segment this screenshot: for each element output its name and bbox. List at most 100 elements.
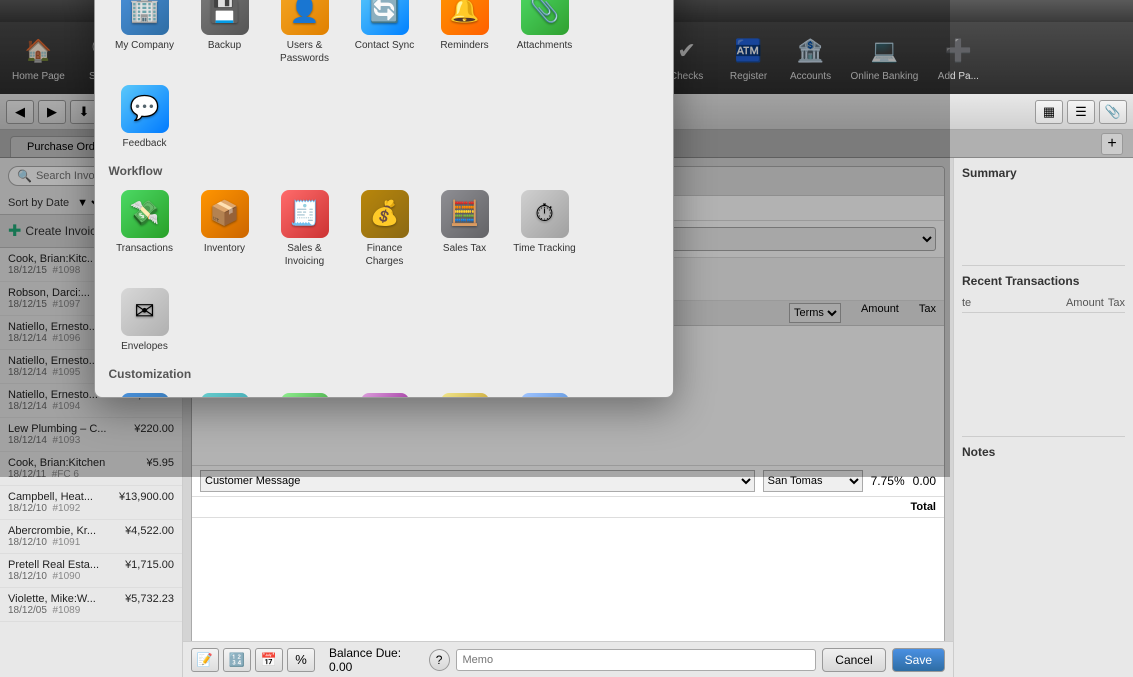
recent-transactions-title: Recent Transactions bbox=[962, 274, 1125, 288]
inv-name: Campbell, Heat... bbox=[8, 491, 118, 503]
pref-icon-reporting: 📊 bbox=[121, 393, 169, 397]
pref-item-inventory[interactable]: 📦 Inventory bbox=[189, 184, 261, 274]
preferences-modal-overlay: Preferences ◀ ▶ Show All 🔍 General 🏢 My … bbox=[0, 0, 950, 477]
notes-title: Notes bbox=[962, 445, 1125, 459]
pref-item-feedback[interactable]: 💬 Feedback bbox=[109, 79, 181, 156]
memo-input[interactable] bbox=[456, 649, 817, 671]
pref-item-1099s[interactable]: 📋 1099s bbox=[429, 387, 501, 397]
invoice-list-item[interactable]: Abercrombie, Kr... 18/12/10 #1091 ¥4,522… bbox=[0, 520, 182, 554]
pref-section-workflow: Workflow 💸 Transactions 📦 Inventory 🧾 Sa… bbox=[109, 164, 659, 359]
pref-item-reminders[interactable]: 🔔 Reminders bbox=[429, 0, 501, 71]
inv-amount: ¥5,732.23 bbox=[125, 593, 174, 616]
paperclip-button[interactable]: 📎 bbox=[1099, 100, 1127, 124]
inv-num: #1089 bbox=[52, 605, 80, 616]
spell-check-button[interactable]: 📝 bbox=[191, 648, 219, 672]
pref-icon-envelopes: ✉ bbox=[121, 288, 169, 336]
list-view-button[interactable]: ☰ bbox=[1067, 100, 1095, 124]
inv-amount: ¥13,900.00 bbox=[119, 491, 174, 514]
balance-due-label: Balance Due: 0.00 bbox=[329, 646, 423, 674]
pref-item-reporting[interactable]: 📊 Reporting bbox=[109, 387, 181, 397]
pref-item-checks[interactable]: ✔ Checks bbox=[269, 387, 341, 397]
pref-item-contact-sync[interactable]: 🔄 Contact Sync bbox=[349, 0, 421, 71]
pref-label-time-tracking: Time Tracking bbox=[513, 242, 575, 255]
col-te: te bbox=[962, 297, 1062, 309]
pref-section-general: General 🏢 My Company 💾 Backup 👤 Users & … bbox=[109, 0, 659, 156]
inv-amount: ¥1,715.00 bbox=[125, 559, 174, 582]
inv-name: Abercrombie, Kr... bbox=[8, 525, 124, 537]
pref-item-finance-charges[interactable]: 💰 Finance Charges bbox=[349, 184, 421, 274]
pref-item-jobs[interactable]: 💼 Jobs bbox=[349, 387, 421, 397]
pref-icon-jobs: 💼 bbox=[361, 393, 409, 397]
inv-date: 18/12/05 #1089 bbox=[8, 605, 124, 616]
pref-item-sales-invoicing[interactable]: 🧾 Sales & Invoicing bbox=[269, 184, 341, 274]
pref-label-attachments: Attachments bbox=[517, 39, 573, 52]
pref-label-inventory: Inventory bbox=[204, 242, 245, 255]
pref-item-transactions[interactable]: 💸 Transactions bbox=[109, 184, 181, 274]
inv-name: Violette, Mike:W... bbox=[8, 593, 124, 605]
inv-date: 18/12/10 #1090 bbox=[8, 571, 124, 582]
col-tax: Tax bbox=[1108, 297, 1125, 309]
pref-icon-reminders: 🔔 bbox=[441, 0, 489, 35]
pref-label-reminders: Reminders bbox=[440, 39, 488, 52]
percent-button[interactable]: % bbox=[287, 648, 315, 672]
modal-body: General 🏢 My Company 💾 Backup 👤 Users & … bbox=[95, 0, 673, 397]
pref-item-data-entry[interactable]: 📝 Data Entry bbox=[189, 387, 261, 397]
pref-icon-backup: 💾 bbox=[201, 0, 249, 35]
pref-item-backup[interactable]: 💾 Backup bbox=[189, 0, 261, 71]
save-button[interactable]: Save bbox=[892, 648, 945, 672]
pref-label-envelopes: Envelopes bbox=[121, 340, 168, 353]
pref-icon-sounds: 🔊 bbox=[521, 393, 569, 397]
pref-section-grid: 🏢 My Company 💾 Backup 👤 Users & Password… bbox=[109, 0, 659, 156]
pref-label-my-company: My Company bbox=[115, 39, 174, 52]
pref-item-time-tracking[interactable]: ⏱ Time Tracking bbox=[509, 184, 581, 274]
main-content: 🔍 Sort by Date ▼ ✚ Create Invoice... Coo… bbox=[0, 158, 1133, 677]
pref-section-customization: Customization 📊 Reporting 📝 Data Entry ✔… bbox=[109, 367, 659, 397]
form-bottom-bar: 📝 🔢 📅 % Balance Due: 0.00 ? Cancel Save bbox=[183, 641, 953, 677]
pref-icon-1099s: 📋 bbox=[441, 393, 489, 397]
recent-trans-header: te Amount Tax bbox=[962, 294, 1125, 313]
pref-icon-transactions: 💸 bbox=[121, 190, 169, 238]
pref-icon-my-company: 🏢 bbox=[121, 0, 169, 35]
total-label: Total bbox=[911, 501, 936, 513]
help-button[interactable]: ? bbox=[429, 649, 450, 671]
pref-item-users-passwords[interactable]: 👤 Users & Passwords bbox=[269, 0, 341, 71]
pref-item-sounds[interactable]: 🔊 Sounds bbox=[509, 387, 581, 397]
inv-num: #1090 bbox=[52, 571, 80, 582]
grid-view-button[interactable]: ▦ bbox=[1035, 100, 1063, 124]
pref-item-my-company[interactable]: 🏢 My Company bbox=[109, 0, 181, 71]
col-amount: Amount bbox=[1066, 297, 1104, 309]
pref-icon-sales-invoicing: 🧾 bbox=[281, 190, 329, 238]
invoice-list-item[interactable]: Campbell, Heat... 18/12/10 #1092 ¥13,900… bbox=[0, 486, 182, 520]
pref-item-envelopes[interactable]: ✉ Envelopes bbox=[109, 282, 181, 359]
pref-section-title: Workflow bbox=[109, 164, 659, 178]
pref-item-attachments[interactable]: 📎 Attachments bbox=[509, 0, 581, 71]
pref-label-transactions: Transactions bbox=[116, 242, 173, 255]
pref-section-grid: 📊 Reporting 📝 Data Entry ✔ Checks 💼 Jobs bbox=[109, 387, 659, 397]
preferences-modal: Preferences ◀ ▶ Show All 🔍 General 🏢 My … bbox=[94, 0, 674, 398]
pref-icon-contact-sync: 🔄 bbox=[361, 0, 409, 35]
cancel-button[interactable]: Cancel bbox=[822, 648, 885, 672]
inv-date: 18/12/10 #1091 bbox=[8, 537, 124, 548]
pref-icon-users-passwords: 👤 bbox=[281, 0, 329, 35]
pref-icon-feedback: 💬 bbox=[121, 85, 169, 133]
calculator-button[interactable]: 🔢 bbox=[223, 648, 251, 672]
inv-num: #1091 bbox=[52, 537, 80, 548]
inv-amount: ¥4,522.00 bbox=[125, 525, 174, 548]
calendar-button[interactable]: 📅 bbox=[255, 648, 283, 672]
pref-section-grid: 💸 Transactions 📦 Inventory 🧾 Sales & Inv… bbox=[109, 184, 659, 359]
invoice-list-item[interactable]: Pretell Real Esta... 18/12/10 #1090 ¥1,7… bbox=[0, 554, 182, 588]
pref-icon-inventory: 📦 bbox=[201, 190, 249, 238]
pref-icon-data-entry: 📝 bbox=[201, 393, 249, 397]
right-panel: Summary Recent Transactions te Amount Ta… bbox=[953, 158, 1133, 677]
pref-icon-attachments: 📎 bbox=[521, 0, 569, 35]
invoice-list-item[interactable]: Violette, Mike:W... 18/12/05 #1089 ¥5,73… bbox=[0, 588, 182, 622]
pref-label-feedback: Feedback bbox=[123, 137, 167, 150]
pref-label-users-passwords: Users & Passwords bbox=[273, 39, 337, 65]
pref-icon-time-tracking: ⏱ bbox=[521, 190, 569, 238]
pref-label-sales-tax: Sales Tax bbox=[443, 242, 486, 255]
pref-item-sales-tax[interactable]: 🧮 Sales Tax bbox=[429, 184, 501, 274]
summary-title: Summary bbox=[962, 166, 1125, 180]
pref-label-finance-charges: Finance Charges bbox=[353, 242, 417, 268]
inv-num: #1092 bbox=[52, 503, 80, 514]
tab-add-button[interactable]: + bbox=[1101, 133, 1123, 155]
